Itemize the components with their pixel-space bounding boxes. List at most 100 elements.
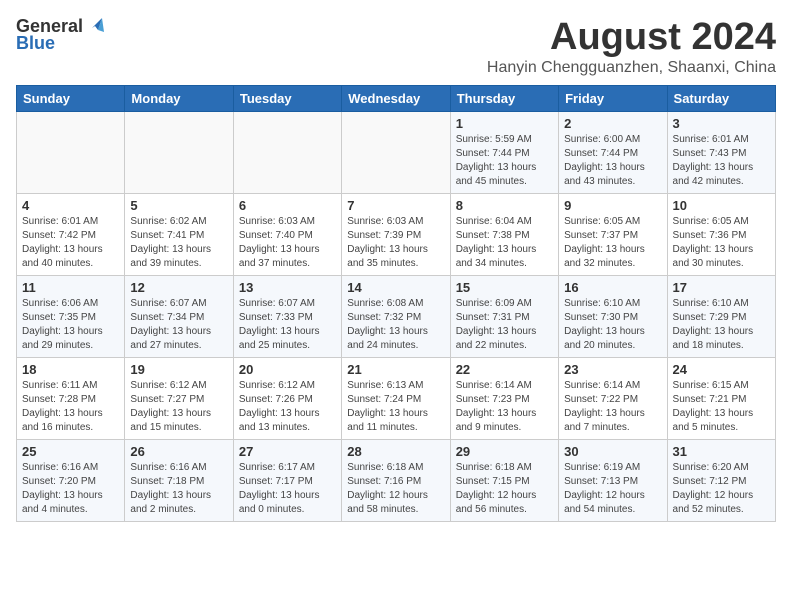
logo-text-blue: Blue: [16, 33, 55, 54]
day-number: 30: [564, 444, 661, 459]
calendar-cell: 30 Sunrise: 6:19 AM Sunset: 7:13 PM Dayli…: [559, 440, 667, 522]
calendar-cell: 14 Sunrise: 6:08 AM Sunset: 7:32 PM Dayli…: [342, 276, 450, 358]
day-info: Sunrise: 6:10 AM Sunset: 7:30 PM Dayligh…: [564, 297, 661, 353]
day-number: 8: [456, 198, 553, 213]
day-info: Sunrise: 6:03 AM Sunset: 7:39 PM Dayligh…: [347, 215, 444, 271]
day-info: Sunrise: 6:08 AM Sunset: 7:32 PM Dayligh…: [347, 297, 444, 353]
calendar-cell: 24 Sunrise: 6:15 AM Sunset: 7:21 PM Dayli…: [667, 358, 775, 440]
day-info: Sunrise: 6:05 AM Sunset: 7:37 PM Dayligh…: [564, 215, 661, 271]
day-number: 5: [130, 198, 227, 213]
day-number: 23: [564, 362, 661, 377]
day-info: Sunrise: 6:12 AM Sunset: 7:27 PM Dayligh…: [130, 379, 227, 435]
day-number: 17: [673, 280, 770, 295]
calendar-cell: 9 Sunrise: 6:05 AM Sunset: 7:37 PM Daylig…: [559, 194, 667, 276]
calendar-table: SundayMondayTuesdayWednesdayThursdayFrid…: [16, 85, 776, 522]
calendar-cell: 12 Sunrise: 6:07 AM Sunset: 7:34 PM Dayli…: [125, 276, 233, 358]
day-number: 3: [673, 116, 770, 131]
calendar-cell: 3 Sunrise: 6:01 AM Sunset: 7:43 PM Daylig…: [667, 112, 775, 194]
calendar-week-row: 18Sunrise: 6:11 AM Sunset: 7:28 PM Dayli…: [17, 358, 776, 440]
calendar-cell: 13 Sunrise: 6:07 AM Sunset: 7:33 PM Dayli…: [233, 276, 341, 358]
calendar-cell: [125, 112, 233, 194]
day-number: 22: [456, 362, 553, 377]
day-info: Sunrise: 6:13 AM Sunset: 7:24 PM Dayligh…: [347, 379, 444, 435]
day-number: 1: [456, 116, 553, 131]
calendar-cell: 25 Sunrise: 6:16 AM Sunset: 7:20 PM Dayli…: [17, 440, 125, 522]
calendar-cell: 28 Sunrise: 6:18 AM Sunset: 7:16 PM Dayli…: [342, 440, 450, 522]
day-number: 10: [673, 198, 770, 213]
logo-bird-icon: [84, 14, 106, 36]
calendar-cell: 26Sunrise: 6:16 AM Sunset: 7:18 PM Dayli…: [125, 440, 233, 522]
calendar-cell: 29Sunrise: 6:18 AM Sunset: 7:15 PM Dayli…: [450, 440, 558, 522]
day-number: 29: [456, 444, 553, 459]
day-info: Sunrise: 6:03 AM Sunset: 7:40 PM Dayligh…: [239, 215, 336, 271]
calendar-week-row: 11 Sunrise: 6:06 AM Sunset: 7:35 PM Dayli…: [17, 276, 776, 358]
day-info: Sunrise: 6:15 AM Sunset: 7:21 PM Dayligh…: [673, 379, 770, 435]
calendar-cell: 17 Sunrise: 6:10 AM Sunset: 7:29 PM Dayli…: [667, 276, 775, 358]
calendar-cell: 5 Sunrise: 6:02 AM Sunset: 7:41 PM Daylig…: [125, 194, 233, 276]
calendar-week-row: 1 Sunrise: 5:59 AM Sunset: 7:44 PM Daylig…: [17, 112, 776, 194]
day-info: Sunrise: 6:04 AM Sunset: 7:38 PM Dayligh…: [456, 215, 553, 271]
day-number: 6: [239, 198, 336, 213]
calendar-cell: [342, 112, 450, 194]
calendar-cell: 19 Sunrise: 6:12 AM Sunset: 7:27 PM Dayli…: [125, 358, 233, 440]
day-number: 21: [347, 362, 444, 377]
day-number: 18: [22, 362, 119, 377]
day-number: 19: [130, 362, 227, 377]
calendar-cell: [17, 112, 125, 194]
calendar-cell: 16Sunrise: 6:10 AM Sunset: 7:30 PM Dayli…: [559, 276, 667, 358]
day-number: 28: [347, 444, 444, 459]
day-header-wednesday: Wednesday: [342, 86, 450, 112]
calendar-cell: 31Sunrise: 6:20 AM Sunset: 7:12 PM Dayli…: [667, 440, 775, 522]
calendar-cell: 22Sunrise: 6:14 AM Sunset: 7:23 PM Dayli…: [450, 358, 558, 440]
day-number: 25: [22, 444, 119, 459]
day-number: 2: [564, 116, 661, 131]
day-info: Sunrise: 6:07 AM Sunset: 7:34 PM Dayligh…: [130, 297, 227, 353]
day-number: 11: [22, 280, 119, 295]
title-block: August 2024 Hanyin Chengguanzhen, Shaanx…: [487, 16, 776, 77]
day-info: Sunrise: 6:10 AM Sunset: 7:29 PM Dayligh…: [673, 297, 770, 353]
calendar-cell: 23 Sunrise: 6:14 AM Sunset: 7:22 PM Dayli…: [559, 358, 667, 440]
calendar-cell: 11 Sunrise: 6:06 AM Sunset: 7:35 PM Dayli…: [17, 276, 125, 358]
day-header-monday: Monday: [125, 86, 233, 112]
day-info: Sunrise: 6:19 AM Sunset: 7:13 PM Dayligh…: [564, 461, 661, 517]
day-header-friday: Friday: [559, 86, 667, 112]
calendar-cell: 1 Sunrise: 5:59 AM Sunset: 7:44 PM Daylig…: [450, 112, 558, 194]
day-info: Sunrise: 6:16 AM Sunset: 7:18 PM Dayligh…: [130, 461, 227, 517]
calendar-cell: 7 Sunrise: 6:03 AM Sunset: 7:39 PM Daylig…: [342, 194, 450, 276]
day-number: 9: [564, 198, 661, 213]
day-header-thursday: Thursday: [450, 86, 558, 112]
day-number: 14: [347, 280, 444, 295]
calendar-week-row: 4 Sunrise: 6:01 AM Sunset: 7:42 PM Daylig…: [17, 194, 776, 276]
month-year-title: August 2024: [487, 16, 776, 59]
day-info: Sunrise: 6:02 AM Sunset: 7:41 PM Dayligh…: [130, 215, 227, 271]
day-header-sunday: Sunday: [17, 86, 125, 112]
day-info: Sunrise: 6:09 AM Sunset: 7:31 PM Dayligh…: [456, 297, 553, 353]
calendar-cell: 4 Sunrise: 6:01 AM Sunset: 7:42 PM Daylig…: [17, 194, 125, 276]
location-subtitle: Hanyin Chengguanzhen, Shaanxi, China: [487, 59, 776, 77]
calendar-cell: 2 Sunrise: 6:00 AM Sunset: 7:44 PM Daylig…: [559, 112, 667, 194]
day-info: Sunrise: 6:18 AM Sunset: 7:16 PM Dayligh…: [347, 461, 444, 517]
calendar-cell: 10 Sunrise: 6:05 AM Sunset: 7:36 PM Dayli…: [667, 194, 775, 276]
calendar-cell: 8 Sunrise: 6:04 AM Sunset: 7:38 PM Daylig…: [450, 194, 558, 276]
day-info: Sunrise: 6:16 AM Sunset: 7:20 PM Dayligh…: [22, 461, 119, 517]
day-info: Sunrise: 6:01 AM Sunset: 7:42 PM Dayligh…: [22, 215, 119, 271]
calendar-header-row: SundayMondayTuesdayWednesdayThursdayFrid…: [17, 86, 776, 112]
day-info: Sunrise: 6:07 AM Sunset: 7:33 PM Dayligh…: [239, 297, 336, 353]
day-number: 24: [673, 362, 770, 377]
day-number: 12: [130, 280, 227, 295]
day-number: 7: [347, 198, 444, 213]
day-info: Sunrise: 6:05 AM Sunset: 7:36 PM Dayligh…: [673, 215, 770, 271]
day-info: Sunrise: 6:00 AM Sunset: 7:44 PM Dayligh…: [564, 133, 661, 189]
calendar-cell: 18Sunrise: 6:11 AM Sunset: 7:28 PM Dayli…: [17, 358, 125, 440]
day-header-saturday: Saturday: [667, 86, 775, 112]
day-number: 4: [22, 198, 119, 213]
calendar-cell: 15 Sunrise: 6:09 AM Sunset: 7:31 PM Dayli…: [450, 276, 558, 358]
day-info: Sunrise: 6:14 AM Sunset: 7:22 PM Dayligh…: [564, 379, 661, 435]
day-info: Sunrise: 6:06 AM Sunset: 7:35 PM Dayligh…: [22, 297, 119, 353]
day-number: 13: [239, 280, 336, 295]
header: General Blue August 2024 Hanyin Chenggua…: [16, 16, 776, 77]
day-info: Sunrise: 5:59 AM Sunset: 7:44 PM Dayligh…: [456, 133, 553, 189]
day-info: Sunrise: 6:20 AM Sunset: 7:12 PM Dayligh…: [673, 461, 770, 517]
day-number: 15: [456, 280, 553, 295]
day-info: Sunrise: 6:01 AM Sunset: 7:43 PM Dayligh…: [673, 133, 770, 189]
